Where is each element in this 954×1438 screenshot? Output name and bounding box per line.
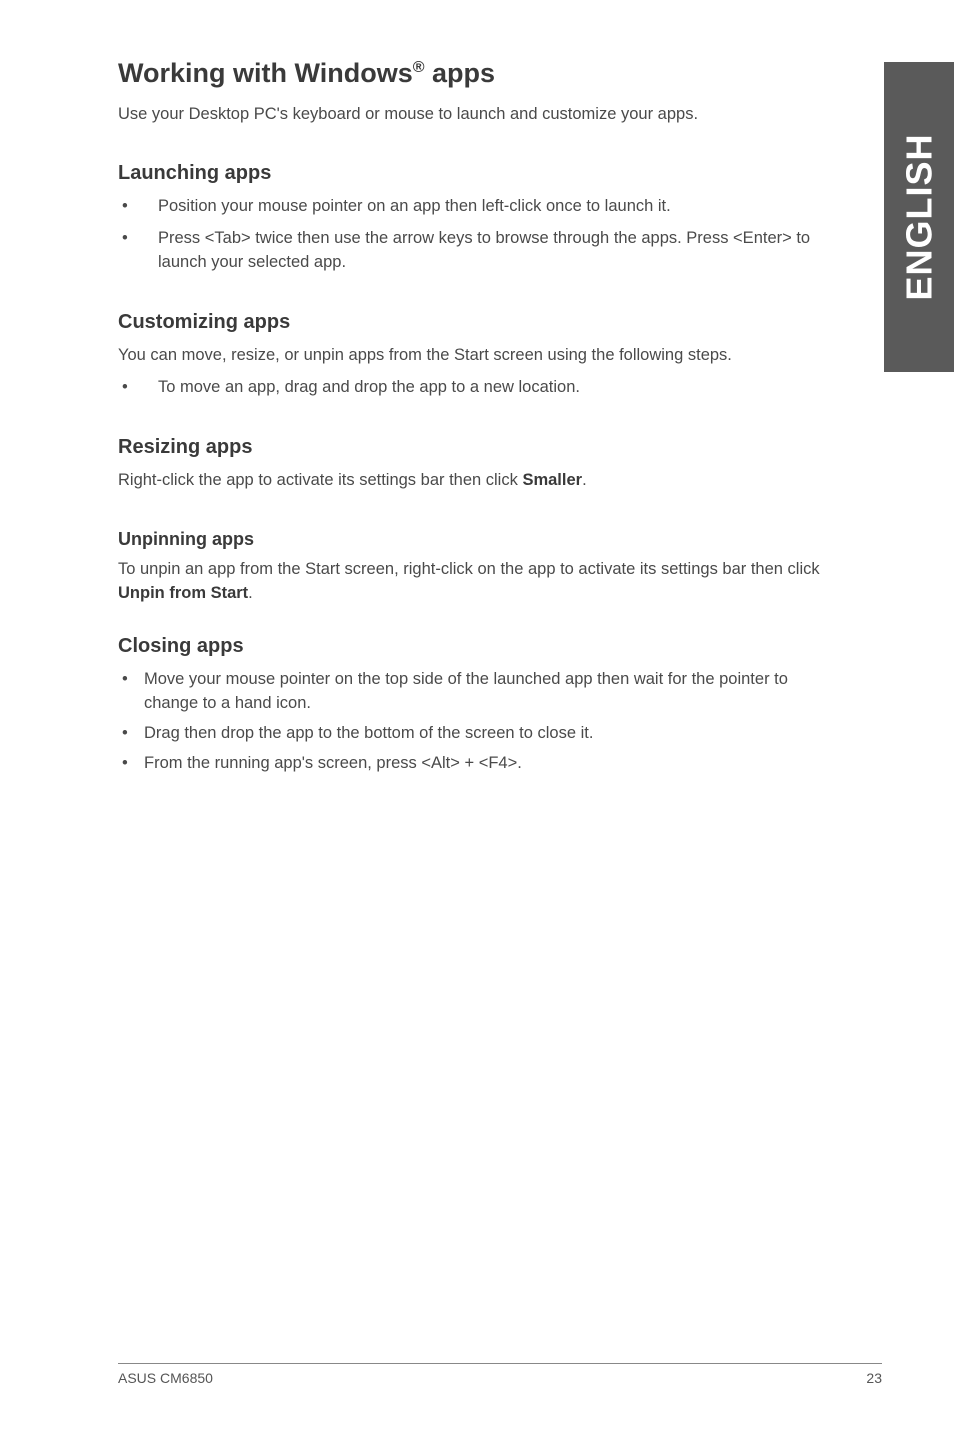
bold-smaller: Smaller (522, 471, 582, 489)
customizing-paragraph: You can move, resize, or unpin apps from… (118, 344, 838, 368)
heading-customizing-apps: Customizing apps (118, 311, 838, 334)
heading-closing-apps: Closing apps (118, 635, 838, 658)
language-label: ENGLISH (898, 133, 940, 300)
section-closing-apps: Closing apps Move your mouse pointer on … (118, 635, 838, 776)
intro-paragraph: Use your Desktop PC's keyboard or mouse … (118, 103, 838, 126)
section-launching-apps: Launching apps Position your mouse point… (118, 162, 838, 275)
title-pre: Working with Windows (118, 58, 413, 88)
unpinning-paragraph: To unpin an app from the Start screen, r… (118, 558, 838, 606)
customizing-list: To move an app, drag and drop the app to… (118, 376, 838, 400)
list-item: Move your mouse pointer on the top side … (118, 668, 838, 716)
text-span: . (582, 471, 587, 489)
text-span: . (248, 584, 253, 602)
list-item: Press <Tab> twice then use the arrow key… (118, 227, 838, 275)
list-item: Drag then drop the app to the bottom of … (118, 722, 838, 746)
heading-launching-apps: Launching apps (118, 162, 838, 185)
text-span: Right-click the app to activate its sett… (118, 471, 522, 489)
title-sup: ® (413, 59, 425, 76)
section-resizing-apps: Resizing apps Right-click the app to act… (118, 436, 838, 493)
language-side-tab: ENGLISH (884, 62, 954, 372)
footer-page-number: 23 (866, 1370, 882, 1386)
list-item: From the running app's screen, press <Al… (118, 752, 838, 776)
page-content: Working with Windows® apps Use your Desk… (118, 58, 838, 812)
text-span: To unpin an app from the Start screen, r… (118, 560, 820, 578)
page-title: Working with Windows® apps (118, 58, 838, 89)
section-customizing-apps: Customizing apps You can move, resize, o… (118, 311, 838, 400)
heading-resizing-apps: Resizing apps (118, 436, 838, 459)
resizing-paragraph: Right-click the app to activate its sett… (118, 469, 838, 493)
title-post: apps (425, 58, 496, 88)
list-item: Position your mouse pointer on an app th… (118, 195, 838, 219)
list-item: To move an app, drag and drop the app to… (118, 376, 838, 400)
closing-list: Move your mouse pointer on the top side … (118, 668, 838, 776)
heading-unpinning-apps: Unpinning apps (118, 529, 838, 550)
section-unpinning-apps: Unpinning apps To unpin an app from the … (118, 529, 838, 606)
bold-unpin: Unpin from Start (118, 584, 248, 602)
page-footer: ASUS CM6850 23 (118, 1363, 882, 1386)
launching-list: Position your mouse pointer on an app th… (118, 195, 838, 275)
footer-model: ASUS CM6850 (118, 1370, 213, 1386)
